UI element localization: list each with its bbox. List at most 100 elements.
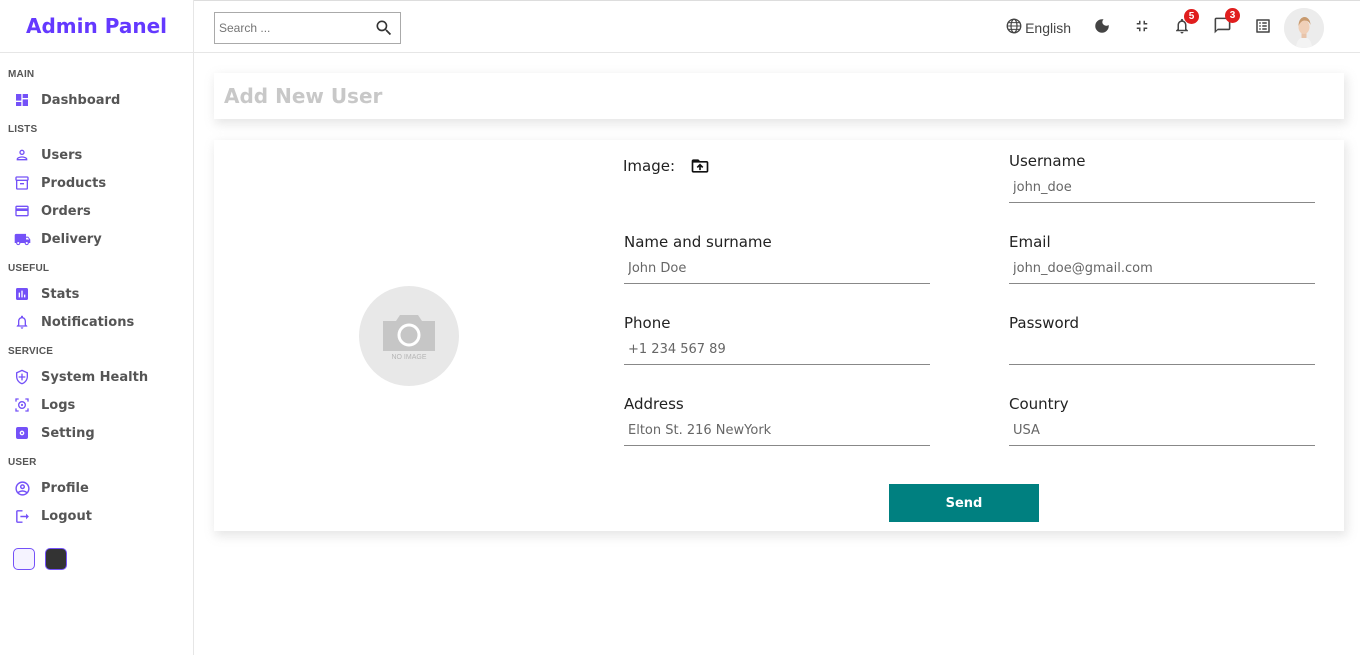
- name-label: Name and surname: [624, 233, 772, 251]
- country-field: Country: [1009, 395, 1315, 446]
- sidebar-nav: MAIN Dashboard LISTS Users Products Orde…: [0, 53, 193, 570]
- search-box: [214, 12, 401, 44]
- notifications-badge: 5: [1184, 8, 1199, 24]
- sidebar-item-label: Logout: [41, 508, 92, 524]
- account-circle-icon: [13, 479, 31, 497]
- section-title-useful: USEFUL: [8, 263, 50, 274]
- sidebar-item-label: Users: [41, 147, 83, 163]
- person-icon: [13, 146, 31, 164]
- section-title-lists: LISTS: [8, 124, 38, 135]
- sidebar-item-orders[interactable]: Orders: [8, 197, 193, 225]
- country-input[interactable]: [1009, 417, 1315, 446]
- messages-button[interactable]: 3: [1213, 8, 1240, 40]
- password-field: Password: [1009, 314, 1315, 365]
- store-icon: [13, 174, 31, 192]
- sidebar-item-system-health[interactable]: System Health: [8, 363, 193, 391]
- password-label: Password: [1009, 314, 1080, 332]
- name-input[interactable]: [624, 255, 930, 284]
- bell-icon: [13, 313, 31, 331]
- sidebar-item-label: Notifications: [41, 314, 135, 330]
- search-input[interactable]: [215, 21, 365, 35]
- username-input[interactable]: [1009, 174, 1315, 203]
- section-title-main: MAIN: [8, 69, 35, 80]
- address-field: Address: [624, 395, 930, 446]
- country-label: Country: [1009, 395, 1069, 413]
- sidebar-item-label: System Health: [41, 369, 149, 385]
- sidebar-item-profile[interactable]: Profile: [8, 474, 193, 502]
- logo[interactable]: Admin Panel: [0, 0, 193, 53]
- sidebar-item-logs[interactable]: Logs: [8, 391, 193, 419]
- dashboard-icon: [13, 91, 31, 109]
- sidebar-item-label: Stats: [41, 286, 80, 302]
- light-theme-button[interactable]: [13, 548, 35, 570]
- address-label: Address: [624, 395, 684, 413]
- notifications-button[interactable]: 5: [1173, 8, 1199, 40]
- sidebar-item-label: Products: [41, 175, 107, 191]
- sidebar-item-label: Setting: [41, 425, 95, 441]
- new-user-form-card: NO IMAGE Image: Username Name and surnam…: [214, 140, 1344, 531]
- brand-title: Admin Panel: [26, 14, 167, 38]
- email-label: Email: [1009, 233, 1051, 251]
- fullscreen-exit-button[interactable]: [1133, 17, 1151, 40]
- sidebar: Admin Panel MAIN Dashboard LISTS Users P…: [0, 0, 194, 655]
- search-icon[interactable]: [374, 18, 394, 43]
- messages-badge: 3: [1225, 8, 1240, 23]
- no-image-text: NO IMAGE: [391, 354, 426, 361]
- list-icon: [1254, 17, 1272, 40]
- sidebar-item-label: Orders: [41, 203, 91, 219]
- sidebar-item-label: Profile: [41, 480, 89, 496]
- phone-label: Phone: [624, 314, 671, 332]
- sidebar-item-notifications[interactable]: Notifications: [8, 308, 193, 336]
- sidebar-item-label: Delivery: [41, 231, 102, 247]
- topbar-items: English 5 3: [983, 8, 1324, 48]
- shield-icon: [13, 368, 31, 386]
- sidebar-item-label: Logs: [41, 397, 76, 413]
- profile-photo-placeholder: NO IMAGE: [359, 286, 459, 386]
- sidebar-item-logout[interactable]: Logout: [8, 502, 193, 530]
- email-field: Email: [1009, 233, 1315, 284]
- logout-icon: [13, 507, 31, 525]
- moon-icon: [1093, 17, 1111, 40]
- fullscreen-exit-icon: [1133, 17, 1151, 40]
- main-content: Add New User NO IMAGE Image: Username jo…: [194, 53, 1360, 655]
- password-input[interactable]: [1009, 336, 1315, 365]
- phone-input[interactable]: [624, 336, 930, 365]
- sidebar-item-users[interactable]: Users: [8, 141, 193, 169]
- page-title: Add New User: [224, 84, 383, 108]
- sidebar-item-delivery[interactable]: Delivery: [8, 225, 193, 253]
- image-label: Image:: [623, 157, 676, 175]
- page-header: Add New User: [214, 73, 1344, 119]
- sidebar-item-dashboard[interactable]: Dashboard: [8, 86, 193, 114]
- address-input[interactable]: [624, 417, 930, 446]
- app: Admin Panel MAIN Dashboard LISTS Users P…: [0, 0, 1360, 655]
- section-title-user: USER: [8, 457, 37, 468]
- topbar: English 5 3: [194, 0, 1360, 53]
- language-label: English: [1025, 20, 1071, 36]
- username-field: Username: [1009, 152, 1315, 203]
- credit-card-icon: [13, 202, 31, 220]
- avatar[interactable]: [1284, 8, 1324, 48]
- image-upload-field: Image:: [623, 156, 711, 176]
- dark-mode-toggle[interactable]: [1093, 17, 1111, 40]
- globe-icon: [1005, 17, 1023, 40]
- truck-icon: [13, 230, 31, 248]
- camera-icon: NO IMAGE: [383, 315, 435, 361]
- email-input[interactable]: [1009, 255, 1315, 284]
- bar-chart-icon: [13, 285, 31, 303]
- username-label: Username: [1009, 152, 1086, 170]
- section-title-service: SERVICE: [8, 346, 54, 357]
- sidebar-item-setting[interactable]: Setting: [8, 419, 193, 447]
- name-field: Name and surname: [624, 233, 930, 284]
- sidebar-item-stats[interactable]: Stats: [8, 280, 193, 308]
- list-button[interactable]: [1254, 17, 1272, 40]
- settings-icon: [13, 424, 31, 442]
- dark-theme-button[interactable]: [45, 548, 67, 570]
- upload-folder-icon[interactable]: [689, 156, 711, 176]
- sidebar-item-label: Dashboard: [41, 92, 121, 108]
- sidebar-item-products[interactable]: Products: [8, 169, 193, 197]
- send-button[interactable]: Send: [889, 484, 1039, 522]
- psychology-icon: [13, 396, 31, 414]
- language-selector[interactable]: English: [1005, 17, 1071, 40]
- theme-switcher: [8, 548, 193, 570]
- phone-field: Phone: [624, 314, 930, 365]
